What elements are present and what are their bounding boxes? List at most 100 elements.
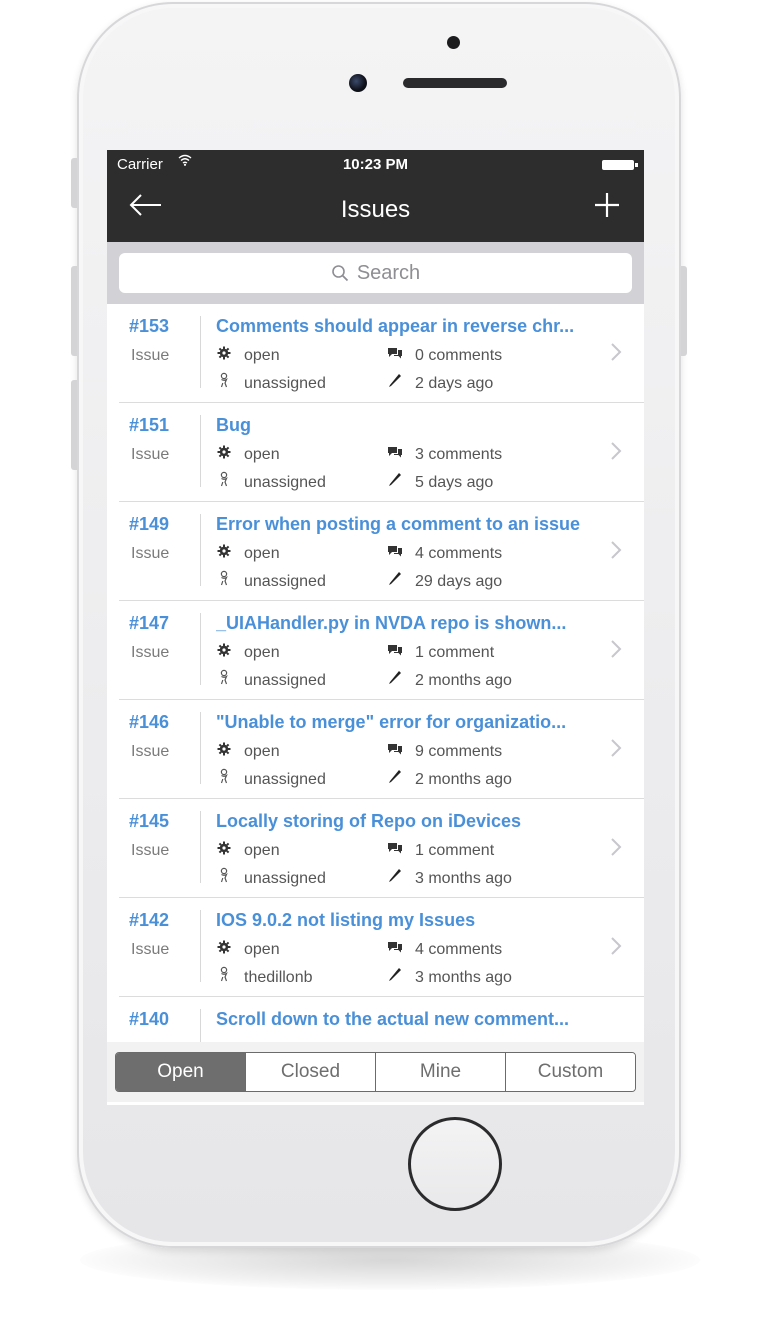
search-icon <box>332 265 348 282</box>
issue-assignee: unassigned <box>216 471 326 492</box>
comments-label: 1 comment <box>415 842 495 859</box>
front-camera <box>349 74 367 92</box>
issue-number: #146 <box>129 712 170 732</box>
volume-down-button <box>71 380 77 470</box>
gear-icon <box>216 940 232 958</box>
issue-assignee: unassigned <box>216 867 326 888</box>
chevron-right-icon <box>610 837 622 862</box>
issue-updated: 2 days ago <box>387 372 493 393</box>
updated-label: 2 months ago <box>415 672 512 689</box>
issue-updated: 5 days ago <box>387 471 493 492</box>
issue-updated: 3 months ago <box>387 966 512 987</box>
issue-row[interactable]: #149 Issue Error when posting a comment to… <box>119 502 644 601</box>
row-divider <box>200 910 201 982</box>
issue-row[interactable]: #146 Issue "Unable to merge" error for org… <box>119 700 644 799</box>
assignee-label: thedillonb <box>244 969 313 986</box>
assignee-label: unassigned <box>244 672 326 689</box>
person-icon <box>216 867 232 887</box>
earpiece-speaker <box>403 78 507 88</box>
person-icon <box>216 471 232 491</box>
search-bar: Search <box>107 242 644 304</box>
issue-number: #140 <box>129 1009 170 1029</box>
comments-icon <box>387 445 403 463</box>
chevron-right-icon <box>610 936 622 961</box>
comments-label: 0 comments <box>415 347 503 364</box>
person-icon <box>216 669 232 689</box>
issue-comments: 4 comments <box>387 544 502 563</box>
issue-row[interactable]: #142 Issue IOS 9.0.2 not listing my Issues… <box>119 898 644 997</box>
search-placeholder: Search <box>356 261 421 284</box>
state-label: open <box>244 347 280 364</box>
row-divider <box>200 613 201 685</box>
updated-label: 29 days ago <box>415 573 503 590</box>
issue-number: #149 <box>129 514 170 534</box>
gear-icon <box>216 544 232 562</box>
issue-title: Bug <box>216 415 251 435</box>
updated-label: 2 months ago <box>415 771 512 788</box>
app-screen: Carrier 10:23 PM Issues Search #153 Issue… <box>107 150 644 1105</box>
comments-label: 9 comments <box>415 743 503 760</box>
updated-label: 5 days ago <box>415 474 494 491</box>
comments-label: 4 comments <box>415 941 503 958</box>
comments-icon <box>387 940 403 958</box>
filter-tab-closed[interactable]: Closed <box>245 1053 375 1091</box>
issue-row[interactable]: #147 Issue _UIAHandler.py in NVDA repo is … <box>119 601 644 700</box>
comments-label: 3 comments <box>415 446 503 463</box>
issue-assignee: unassigned <box>216 570 326 591</box>
person-icon <box>216 570 232 590</box>
issue-number: #153 <box>129 316 170 336</box>
issue-state: open <box>216 544 280 563</box>
assignee-label: unassigned <box>244 573 326 590</box>
issue-comments: 9 comments <box>387 742 502 761</box>
proximity-sensor <box>447 36 460 49</box>
issue-title: _UIAHandler.py in NVDA repo is shown... <box>216 613 567 633</box>
issue-title: Comments should appear in reverse chr... <box>216 316 575 336</box>
issue-state: open <box>216 346 280 365</box>
gear-icon <box>216 643 232 661</box>
comments-icon <box>387 544 403 562</box>
row-divider <box>200 712 201 784</box>
issue-row[interactable]: #153 Issue Comments should appear in rever… <box>119 304 644 403</box>
issue-row[interactable]: #145 Issue Locally storing of Repo on iDev… <box>119 799 644 898</box>
chevron-right-icon <box>610 441 622 466</box>
home-button[interactable] <box>408 1117 502 1211</box>
gear-icon <box>216 742 232 760</box>
state-label: open <box>244 842 280 859</box>
state-label: open <box>244 743 280 760</box>
filter-toolbar: Open Closed Mine Custom <box>107 1042 644 1102</box>
pencil-icon <box>387 471 403 491</box>
assignee-label: unassigned <box>244 771 326 788</box>
pencil-icon <box>387 768 403 788</box>
comments-label: 1 comment <box>415 644 495 661</box>
add-issue-button[interactable] <box>592 190 628 226</box>
filter-tab-open[interactable]: Open <box>116 1053 245 1091</box>
issue-number: #151 <box>129 415 170 435</box>
comments-icon <box>387 742 403 760</box>
comments-icon <box>387 643 403 661</box>
updated-label: 2 days ago <box>415 375 494 392</box>
issue-type: Issue <box>131 545 170 562</box>
comments-label: 4 comments <box>415 545 503 562</box>
state-label: open <box>244 941 280 958</box>
issue-row[interactable]: #151 Issue Bug open unassigned 3 comments 5 da… <box>119 403 644 502</box>
issue-updated: 2 months ago <box>387 669 512 690</box>
pencil-icon <box>387 570 403 590</box>
chevron-right-icon <box>610 342 622 367</box>
pencil-icon <box>387 966 403 986</box>
issue-assignee: thedillonb <box>216 966 313 987</box>
issue-list: #153 Issue Comments should appear in rever… <box>107 304 644 1096</box>
filter-tab-mine[interactable]: Mine <box>375 1053 505 1091</box>
filter-tab-custom[interactable]: Custom <box>505 1053 635 1091</box>
issue-type: Issue <box>131 941 170 958</box>
issue-type: Issue <box>131 842 170 859</box>
person-icon <box>216 768 232 788</box>
assignee-label: unassigned <box>244 870 326 887</box>
gear-icon <box>216 346 232 364</box>
issue-state: open <box>216 643 280 662</box>
person-icon <box>216 966 232 986</box>
gear-icon <box>216 841 232 859</box>
issue-updated: 2 months ago <box>387 768 512 789</box>
search-input[interactable]: Search <box>119 253 632 293</box>
gear-icon <box>216 445 232 463</box>
row-divider <box>200 415 201 487</box>
